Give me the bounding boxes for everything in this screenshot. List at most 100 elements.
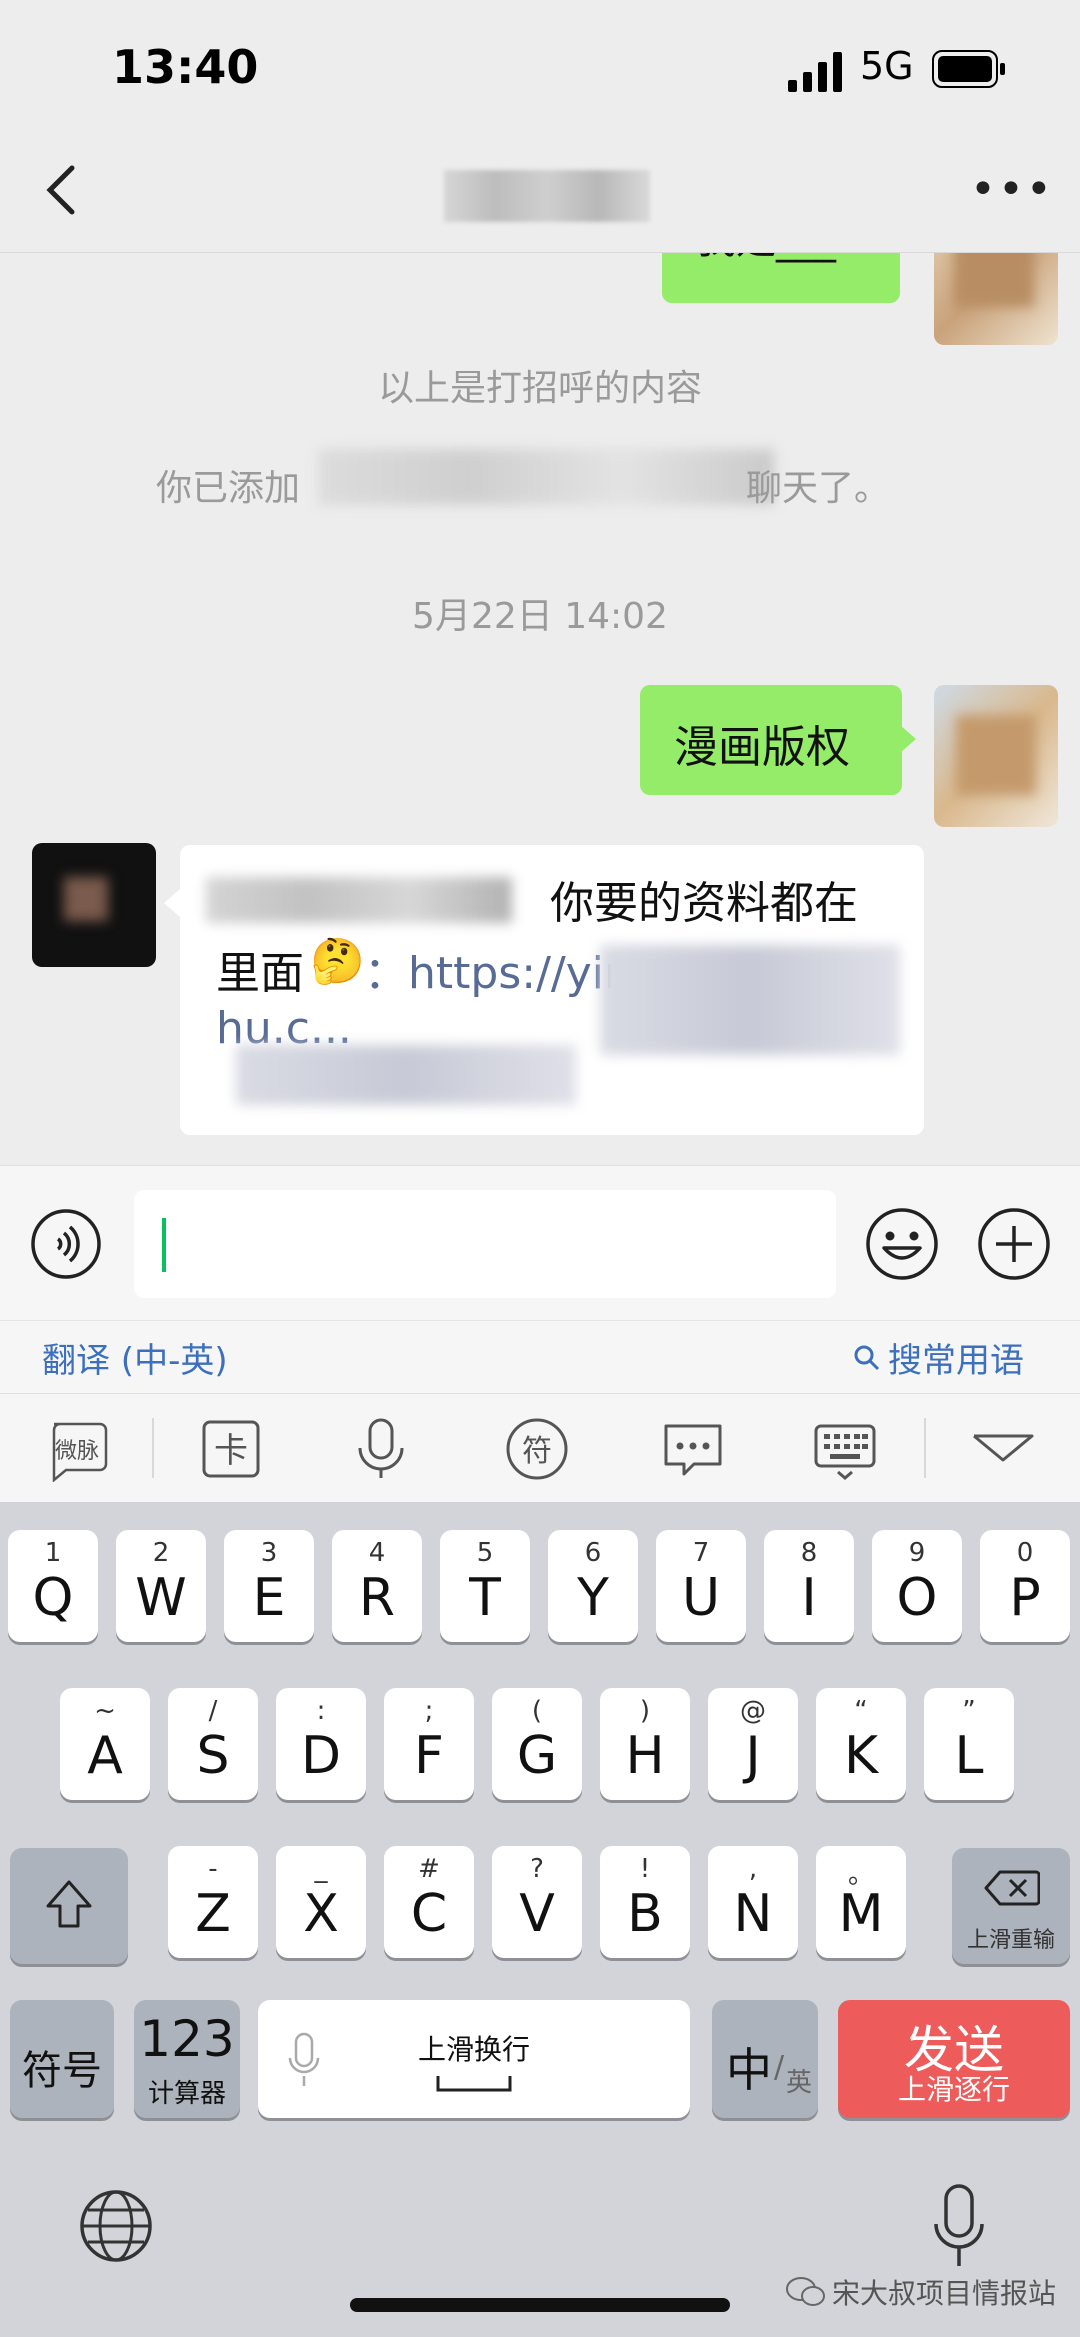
numbers-key[interactable]: 123 计算器 — [134, 2000, 240, 2118]
key-u[interactable]: 7U — [656, 1530, 746, 1642]
input-bar — [0, 1165, 1080, 1320]
backspace-hint: 上滑重输 — [966, 1928, 1055, 1953]
message-bubble-me[interactable]: 我是___ — [662, 253, 900, 303]
avatar-me[interactable] — [934, 685, 1058, 827]
key-a[interactable]: ~ A — [60, 1688, 150, 1800]
weimai-icon[interactable]: 微脉 — [44, 1416, 110, 1482]
symbol-icon[interactable]: 符 — [504, 1416, 570, 1482]
key-secondary-label: 9 — [908, 1538, 926, 1568]
search-phrases-label: 搜常用语 — [888, 1341, 1024, 1381]
key-n[interactable]: ,N — [708, 1846, 798, 1958]
translate-button[interactable]: 翻译 (中-英) — [42, 1333, 228, 1382]
key-secondary-label: , — [748, 1854, 758, 1884]
search-phrases-button[interactable]: 搜常用语 — [852, 1333, 1024, 1382]
key-secondary-label: ~ — [94, 1696, 116, 1726]
send-key[interactable]: 发送 上滑逐行 — [838, 2000, 1070, 2118]
search-icon — [854, 1345, 880, 1370]
microphone-icon[interactable] — [348, 1416, 414, 1482]
key-secondary-label: : — [316, 1696, 326, 1726]
space-key[interactable]: 上滑换行 — [258, 2000, 690, 2118]
key-secondary-label: _ — [314, 1854, 328, 1884]
key-label: R — [358, 1568, 396, 1628]
symbols-key[interactable]: 符号 — [10, 2000, 114, 2118]
key-d[interactable]: :D — [276, 1688, 366, 1800]
key-g[interactable]: (G — [492, 1688, 582, 1800]
emoji-icon[interactable] — [864, 1206, 940, 1282]
key-secondary-label: 1 — [44, 1538, 62, 1568]
back-arrow-icon[interactable] — [34, 160, 94, 220]
key-secondary-label: 6 — [584, 1538, 602, 1568]
calculator-label: 计算器 — [147, 2079, 226, 2109]
bubble-tail-icon — [164, 889, 180, 917]
message-bubble-other[interactable]: 你要的资料都在 里面 🤔 ：https://yir hu.c... — [180, 845, 924, 1135]
key-h[interactable]: ) H — [600, 1688, 690, 1800]
chat-area[interactable]: 我是___ 以上是打招呼的内容 你已添加 聊天了。 5月22日 14:02 漫画… — [0, 253, 1080, 1165]
key-l[interactable]: ” L — [924, 1688, 1014, 1800]
svg-text:卡: 卡 — [214, 1431, 248, 1471]
key-secondary-label: “ — [854, 1696, 868, 1726]
key-f[interactable]: ; F — [384, 1688, 474, 1800]
avatar-other[interactable] — [32, 843, 156, 967]
key-k[interactable]: “K — [816, 1688, 906, 1800]
message-link[interactable]: ：https://yir — [364, 937, 622, 1001]
key-b[interactable]: ! B — [600, 1846, 690, 1958]
key-w[interactable]: 2W — [116, 1530, 206, 1642]
message-input[interactable] — [134, 1190, 836, 1298]
collapse-keyboard-icon[interactable] — [970, 1416, 1036, 1482]
key-c[interactable]: # C — [384, 1846, 474, 1958]
bubble-tail-icon — [900, 725, 916, 753]
keyboard-toolbar: 微脉 卡 符 — [0, 1393, 1080, 1502]
key-q[interactable]: 1Q — [8, 1530, 98, 1642]
symbols-label: 符号 — [22, 2048, 102, 2094]
language-key[interactable]: 中 / 英 — [712, 2000, 818, 2118]
svg-text:符: 符 — [522, 1434, 552, 1469]
wechat-logo-icon — [786, 2277, 825, 2306]
key-y[interactable]: 6Y — [548, 1530, 638, 1642]
keyboard-icon[interactable] — [812, 1416, 878, 1482]
key-o[interactable]: 9O — [872, 1530, 962, 1642]
chat-header: ••• — [0, 140, 1080, 253]
status-bar: 13:40 5G — [0, 0, 1080, 140]
message-bubble-me[interactable]: 漫画版权 — [640, 685, 902, 795]
key-m[interactable]: 。 M — [816, 1846, 906, 1958]
key-j[interactable]: @ J — [708, 1688, 798, 1800]
key-v[interactable]: ? V — [492, 1846, 582, 1958]
blurred-mention — [206, 877, 512, 923]
key-x[interactable]: _ X — [276, 1846, 366, 1958]
message-text-2: 里面 — [216, 948, 304, 999]
more-icon[interactable]: ••• — [970, 164, 1052, 224]
key-label: E — [252, 1568, 286, 1628]
avatar-me[interactable] — [934, 253, 1058, 345]
key-label: S — [196, 1726, 230, 1786]
shift-key[interactable] — [10, 1848, 128, 1964]
dictation-icon[interactable] — [932, 2184, 986, 2270]
key-i[interactable]: 8I — [764, 1530, 854, 1642]
key-e[interactable]: 3E — [224, 1530, 314, 1642]
system-greeting-note: 以上是打招呼的内容 — [377, 368, 702, 409]
key-s[interactable]: / S — [168, 1688, 258, 1800]
key-t[interactable]: 5T — [440, 1530, 530, 1642]
status-time: 13:40 — [112, 40, 259, 94]
svg-text:微脉: 微脉 — [55, 1439, 99, 1464]
key-label: I — [801, 1568, 817, 1628]
backspace-key[interactable]: 上滑重输 — [952, 1848, 1070, 1964]
voice-input-icon[interactable] — [30, 1208, 102, 1280]
message-text: 我是___ — [696, 253, 836, 265]
key-label: W — [135, 1568, 187, 1628]
globe-icon[interactable] — [78, 2188, 154, 2264]
keyboard: 1Q2W3E4R5T6Y7U8I9O0P ~ A / S: D; F(G) H @ J “K” L … — [0, 1502, 1080, 2337]
key-z[interactable]: -Z — [168, 1846, 258, 1958]
key-secondary-label: ( — [531, 1696, 543, 1726]
key-secondary-label: / — [208, 1696, 218, 1726]
plus-icon[interactable] — [976, 1206, 1052, 1282]
watermark: 宋大叔项目情报站 — [786, 2272, 1056, 2312]
key-r[interactable]: 4R — [332, 1530, 422, 1642]
key-secondary-label: ” — [962, 1696, 976, 1726]
quick-reply-icon[interactable] — [660, 1416, 726, 1482]
card-icon[interactable]: 卡 — [198, 1416, 264, 1482]
key-secondary-label: ! — [639, 1854, 651, 1884]
message-text: 漫画版权 — [674, 722, 850, 773]
key-label: K — [843, 1726, 879, 1786]
key-p[interactable]: 0P — [980, 1530, 1070, 1642]
blurred-link-2 — [236, 1045, 576, 1105]
